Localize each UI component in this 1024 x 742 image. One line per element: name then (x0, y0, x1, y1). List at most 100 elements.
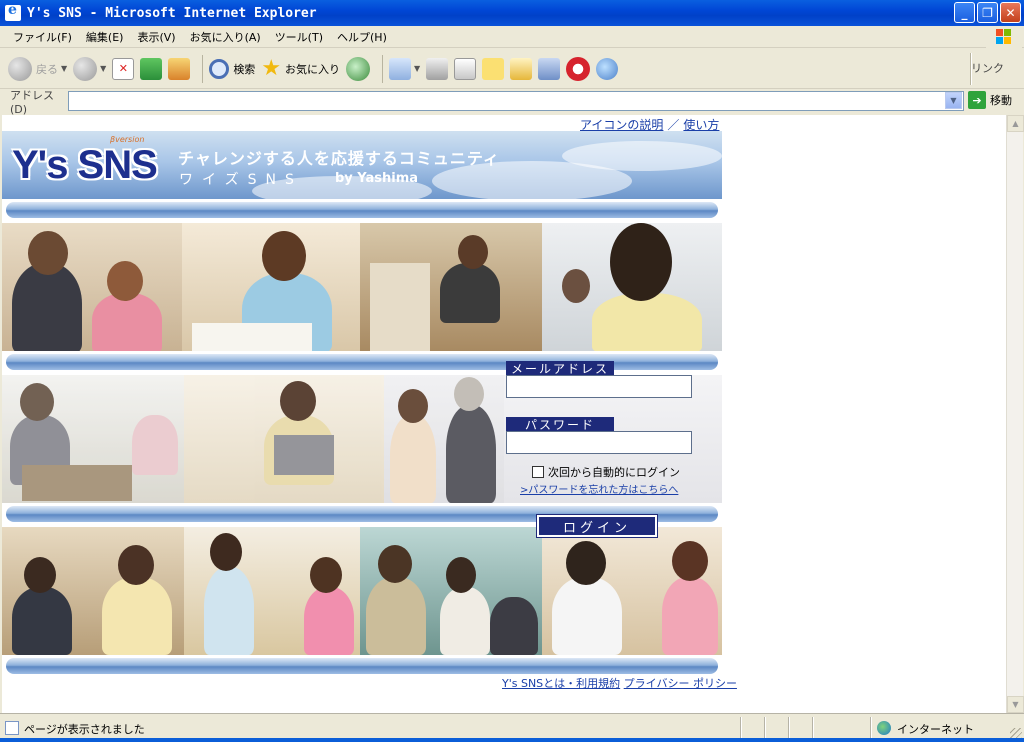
scroll-up-icon[interactable]: ▲ (1007, 115, 1024, 132)
email-label: メールアドレス (506, 361, 614, 376)
address-label: アドレス(D) (10, 88, 54, 116)
address-input[interactable] (68, 91, 964, 111)
status-divider (812, 717, 814, 739)
address-bar: アドレス(D) ▼ ➔ 移動 (0, 88, 1024, 116)
link-separator: ／ (667, 118, 680, 132)
photo-woman-laptop (184, 375, 384, 503)
photo-handshake (384, 375, 504, 503)
menu-edit[interactable]: 編集(E) (79, 29, 131, 45)
chevron-down-icon[interactable]: ▼ (100, 64, 106, 73)
status-divider (788, 717, 790, 739)
status-text: ページが表示されました (24, 723, 145, 736)
toolbar-separator (202, 54, 204, 83)
mail-icon (389, 57, 412, 80)
ie-icon (5, 2, 21, 21)
photo-woman-writing (182, 223, 360, 351)
search-label: 検索 (233, 62, 256, 76)
printer-icon (426, 57, 449, 80)
research-button[interactable] (510, 53, 533, 85)
page-icon (5, 721, 19, 735)
stop-icon: ✕ (112, 57, 135, 80)
menu-file[interactable]: ファイル(F) (6, 29, 79, 45)
internet-globe-icon (877, 721, 891, 735)
login-form: メールアドレス パスワード 次回から自動的にログイン >パスワードを忘れた方はこ… (504, 361, 722, 503)
menu-tools[interactable]: ツール(T) (268, 29, 330, 45)
about-terms-link[interactable]: Y's SNSとは・利用規約 (502, 677, 620, 690)
window-controls: _ ❐ ✕ (954, 2, 1021, 23)
icon-help-link[interactable]: アイコンの説明 (580, 118, 663, 132)
title-bar: Y's SNS - Microsoft Internet Explorer _ … (0, 0, 1024, 26)
site-slogan: チャレンジする人を応援するコミュニティ (178, 149, 500, 168)
photo-group-cafe (2, 527, 184, 655)
status-divider (740, 717, 742, 739)
go-arrow-icon: ➔ (968, 91, 986, 109)
remember-label: 次回から自動的にログイン (548, 466, 680, 479)
email-field[interactable] (506, 375, 692, 398)
site-name-kana: ワイズSNS (179, 172, 303, 188)
photo-office-meeting (2, 375, 184, 503)
contacts-button[interactable] (596, 53, 619, 85)
messenger-button[interactable] (538, 53, 561, 85)
status-divider (764, 717, 766, 739)
menu-bar: ファイル(F) 編集(E) 表示(V) お気に入り(A) ツール(T) ヘルプ(… (0, 26, 1024, 48)
minimize-button[interactable]: _ (954, 2, 975, 23)
refresh-icon (140, 57, 163, 80)
remember-login[interactable]: 次回から自動的にログイン (532, 464, 680, 480)
photo-kitchen (184, 527, 360, 655)
photo-laughing-group (360, 527, 542, 655)
chevron-down-icon[interactable]: ▼ (61, 64, 67, 73)
addon-button[interactable] (566, 53, 591, 85)
status-divider (870, 717, 872, 739)
divider-bar (2, 199, 722, 221)
go-button[interactable]: ➔ 移動 (968, 91, 1012, 109)
taskbar-edge (0, 738, 1024, 742)
maximize-button[interactable]: ❐ (977, 2, 998, 23)
toolbar: 戻る ▼ ▼ ✕ 検索 ★ お気に入り ▼ (0, 49, 1024, 89)
forward-button[interactable]: ▼ (73, 53, 106, 85)
back-button[interactable]: 戻る ▼ (8, 53, 67, 85)
site-logo[interactable]: Y's SNS (12, 143, 158, 188)
users-icon (596, 57, 619, 80)
forgot-password-link[interactable]: >パスワードを忘れた方はこちらへ (520, 481, 678, 496)
security-zone: インターネット (897, 723, 974, 736)
stop-button[interactable]: ✕ (112, 53, 135, 85)
privacy-policy-link[interactable]: プライバシー ポリシー (624, 677, 737, 690)
back-arrow-icon (8, 56, 32, 81)
favorites-button[interactable]: ★ お気に入り (261, 53, 340, 85)
login-button[interactable]: ログイン (536, 514, 658, 538)
home-button[interactable] (168, 53, 191, 85)
search-button[interactable]: 検索 (209, 53, 255, 85)
menu-help[interactable]: ヘルプ(H) (330, 29, 394, 45)
scroll-down-icon[interactable]: ▼ (1007, 696, 1024, 713)
menu-view[interactable]: 表示(V) (130, 29, 182, 45)
address-dropdown-icon[interactable]: ▼ (945, 92, 962, 109)
links-button[interactable]: リンク (971, 60, 1004, 76)
research-icon (510, 57, 533, 80)
mail-button[interactable]: ▼ (389, 53, 420, 85)
password-label: パスワード (506, 417, 614, 432)
edit-icon (454, 57, 477, 80)
photo-students-laptop (2, 223, 182, 351)
site-byline: by Yashima (335, 171, 419, 186)
menu-favorites[interactable]: お気に入り(A) (183, 29, 268, 45)
go-label: 移動 (990, 94, 1012, 107)
print-button[interactable] (426, 53, 449, 85)
history-button[interactable] (346, 53, 371, 85)
site-banner: βversion Y's SNS チャレンジする人を応援するコミュニティ ワイズ… (2, 131, 722, 199)
book-icon (538, 57, 561, 80)
edit-button[interactable] (454, 53, 477, 85)
remember-checkbox[interactable] (532, 466, 544, 478)
close-button[interactable]: ✕ (1000, 2, 1021, 23)
back-label: 戻る (36, 62, 58, 76)
home-icon (168, 57, 191, 80)
discuss-button[interactable] (482, 53, 505, 85)
chevron-down-icon[interactable]: ▼ (414, 64, 420, 73)
password-field[interactable] (506, 431, 692, 454)
addon-icon (566, 56, 591, 81)
vertical-scrollbar[interactable]: ▲ ▼ (1006, 115, 1024, 713)
star-icon: ★ (261, 55, 282, 81)
footer-links: Y's SNSとは・利用規約 プライバシー ポリシー (502, 675, 737, 691)
refresh-button[interactable] (140, 53, 163, 85)
usage-link[interactable]: 使い方 (683, 118, 719, 132)
photo-man-smiling (542, 223, 722, 351)
